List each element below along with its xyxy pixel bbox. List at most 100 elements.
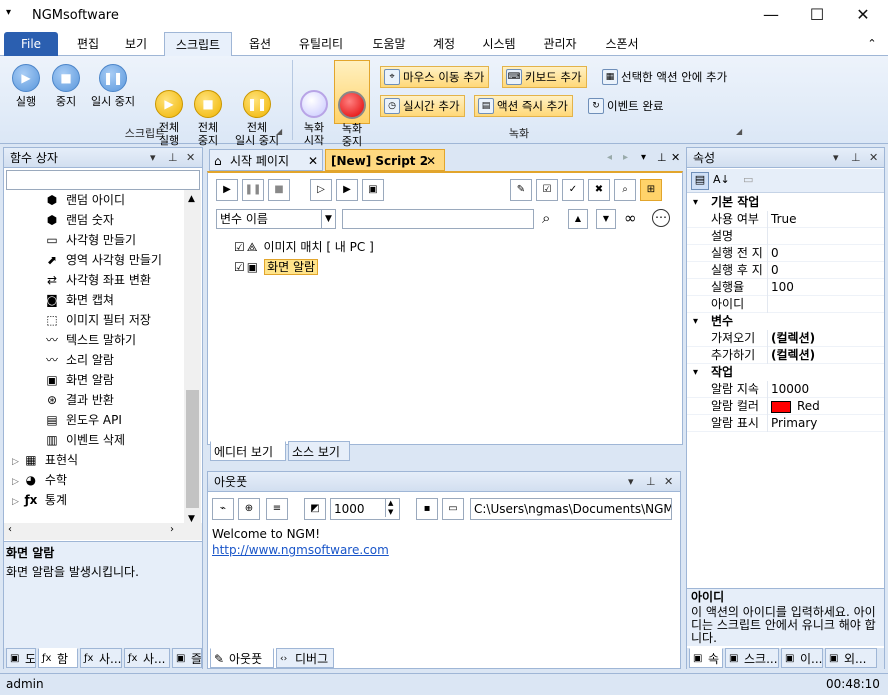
pane-tab[interactable]: ▣ 외...: [825, 648, 877, 668]
categorized-icon[interactable]: ▤: [691, 172, 709, 190]
expand-icon[interactable]: ▷: [12, 497, 19, 507]
move-up-icon[interactable]: ▲: [568, 209, 588, 229]
function-item[interactable]: ◙ 화면 캡쳐: [44, 290, 114, 310]
pin-icon[interactable]: ⊥: [657, 151, 667, 164]
pause-icon[interactable]: ❚❚: [242, 179, 264, 201]
record-stop-button[interactable]: 녹화 중지: [334, 60, 370, 148]
property-row[interactable]: 실행율 100: [687, 279, 884, 296]
function-item[interactable]: ▥ 이벤트 삭제: [44, 430, 125, 450]
add-instant-button[interactable]: ▤ 액션 즉시 추가: [474, 95, 573, 117]
tab-debug[interactable]: ‹› 디버그: [276, 648, 334, 668]
scroll-up-icon[interactable]: ▲: [188, 194, 195, 204]
property-row[interactable]: 아이디: [687, 296, 884, 313]
tab-utility[interactable]: 유틸리티: [290, 32, 352, 56]
pane-tab[interactable]: ƒx 사...: [80, 648, 122, 668]
play-icon[interactable]: ▶: [216, 179, 238, 201]
move-down-icon[interactable]: ▼: [596, 209, 616, 229]
step-over-icon[interactable]: ▣: [362, 179, 384, 201]
property-value[interactable]: True: [771, 211, 797, 228]
tab-script[interactable]: 스크립트: [164, 32, 232, 56]
function-item[interactable]: ⊛ 결과 반환: [44, 390, 114, 410]
property-value[interactable]: Primary: [771, 415, 817, 432]
log-path-field[interactable]: C:\Users\ngmas\Documents\NGM6\: [470, 498, 672, 520]
collapse-icon[interactable]: ▾: [693, 194, 698, 211]
pane-tab[interactable]: ▣ 도: [6, 648, 36, 668]
tab-sponsor[interactable]: 스폰서: [596, 32, 648, 56]
property-category[interactable]: ▾ 기본 작업: [687, 194, 884, 211]
property-category[interactable]: ▾ 변수: [687, 313, 884, 330]
tab-close-icon[interactable]: ✕: [426, 150, 436, 170]
step-icon[interactable]: ▷: [310, 179, 332, 201]
function-item[interactable]: ⬢ 랜덤 아이디: [44, 190, 125, 210]
pause-button[interactable]: ❚❚ 일시 중지: [86, 64, 140, 108]
property-value[interactable]: (컬렉션): [771, 347, 815, 364]
tab-start-page[interactable]: ⌂ 시작 페이지 ✕: [209, 149, 323, 171]
tab-help[interactable]: 도움말: [362, 32, 416, 56]
dropdown-icon[interactable]: ▾: [628, 472, 634, 492]
stepper-arrows-icon[interactable]: ▲ ▼: [385, 499, 393, 517]
pane-tab[interactable]: ƒx 함: [38, 648, 78, 668]
property-row[interactable]: 가져오기 (컬렉션): [687, 330, 884, 347]
list-icon[interactable]: ≡: [266, 498, 288, 520]
scroll-left-icon[interactable]: ‹: [8, 524, 12, 535]
property-value[interactable]: Red: [771, 398, 820, 415]
function-item[interactable]: ⬈ 영역 사각형 만들기: [44, 250, 162, 270]
tab-script-2[interactable]: [New] Script 2 ✕: [325, 149, 445, 171]
function-tree-scrollbar[interactable]: ▲ ▼: [184, 190, 201, 530]
add-mouse-move-button[interactable]: ⌖ 마우스 이동 추가: [380, 66, 490, 88]
close-icon[interactable]: ✕: [664, 472, 673, 492]
function-item[interactable]: ▣ 화면 알람: [44, 370, 114, 390]
eraser-icon[interactable]: ◩: [304, 498, 326, 520]
action-checkbox[interactable]: ☑: [234, 240, 245, 254]
pin-icon[interactable]: ⊥: [168, 148, 178, 168]
property-row[interactable]: 알람 지속 10000: [687, 381, 884, 398]
function-group[interactable]: ▷ ▦ 표현식: [12, 450, 78, 470]
property-row[interactable]: 추가하기 (컬렉션): [687, 347, 884, 364]
delete-icon[interactable]: ✖: [588, 179, 610, 201]
function-group[interactable]: ▷ ◕ 수학: [12, 470, 67, 490]
scroll-right-icon[interactable]: ›: [170, 524, 174, 535]
close-icon[interactable]: ✕: [671, 151, 680, 164]
search-icon[interactable]: ⌕: [614, 179, 636, 201]
expand-icon[interactable]: ▷: [12, 477, 19, 487]
function-item[interactable]: 〰 텍스트 말하기: [44, 330, 136, 350]
script-action[interactable]: ☑ ▣ 화면 알람: [234, 257, 319, 277]
expand-icon[interactable]: ▷: [12, 457, 19, 467]
tree-view-icon[interactable]: ⊞: [640, 179, 662, 201]
minimize-button[interactable]: —: [748, 0, 794, 32]
add-keyboard-button[interactable]: ⌨ 키보드 추가: [502, 66, 587, 88]
chevron-down-icon[interactable]: ▼: [321, 210, 335, 228]
property-row[interactable]: 실행 전 지 0: [687, 245, 884, 262]
property-value[interactable]: 0: [771, 245, 779, 262]
sort-alpha-icon[interactable]: A↓: [713, 173, 730, 186]
dropdown-icon[interactable]: ▾: [833, 148, 839, 168]
run-button[interactable]: ▶ 실행: [8, 64, 44, 108]
check-icon[interactable]: ✓: [562, 179, 584, 201]
close-icon[interactable]: ✕: [869, 148, 878, 168]
tab-admin[interactable]: 관리자: [534, 32, 586, 56]
edit-icon[interactable]: ✎: [510, 179, 532, 201]
maximize-button[interactable]: ☐: [794, 0, 840, 32]
property-pages-icon[interactable]: ▭: [743, 173, 753, 186]
tab-close-icon[interactable]: ✕: [308, 150, 318, 170]
event-complete-button[interactable]: ↻ 이벤트 완료: [584, 95, 669, 117]
pane-tab[interactable]: ▣ 즐: [172, 648, 202, 668]
function-item[interactable]: ⬚ 이미지 필터 저장: [44, 310, 151, 330]
tab-next-icon[interactable]: ▸: [623, 152, 628, 163]
tab-source-view[interactable]: 소스 보기: [288, 441, 350, 461]
function-item[interactable]: ⇄ 사각형 좌표 변환: [44, 270, 151, 290]
function-item[interactable]: ▭ 사각형 만들기: [44, 230, 136, 250]
step-into-icon[interactable]: ▶: [336, 179, 358, 201]
function-item[interactable]: ▤ 윈도우 API: [44, 410, 122, 430]
collapse-icon[interactable]: ▾: [693, 364, 698, 381]
function-search-input[interactable]: [6, 170, 200, 190]
script-group-launcher-icon[interactable]: ◢: [276, 127, 282, 136]
property-row[interactable]: 실행 후 지 0: [687, 262, 884, 279]
clear-log-icon[interactable]: ⌁: [212, 498, 234, 520]
property-category[interactable]: ▾ 작업: [687, 364, 884, 381]
tab-prev-icon[interactable]: ◂: [607, 152, 612, 163]
tab-account[interactable]: 계정: [424, 32, 464, 56]
record-group-launcher-icon[interactable]: ◢: [736, 127, 742, 136]
scroll-thumb[interactable]: [186, 390, 199, 508]
quick-access-dropdown[interactable]: ▾: [6, 7, 11, 18]
